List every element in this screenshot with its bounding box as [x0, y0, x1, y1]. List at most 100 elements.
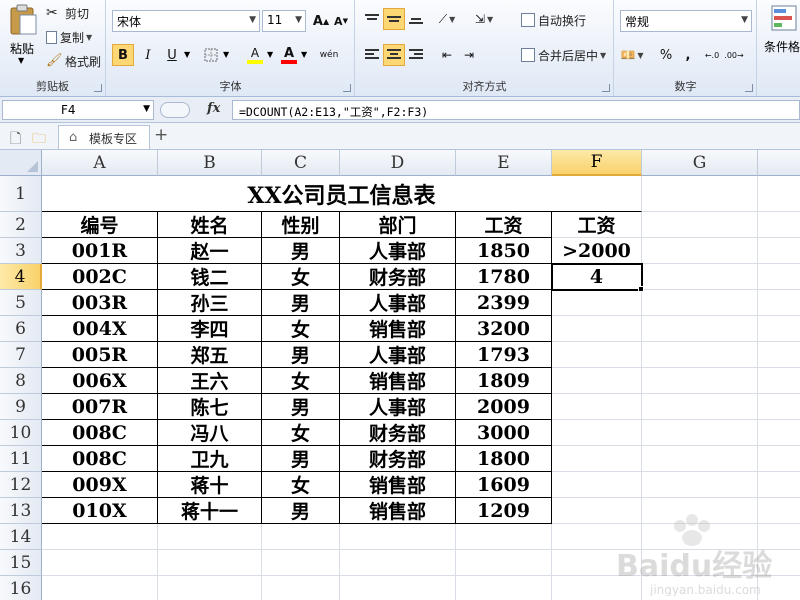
conditional-formatting-button[interactable]: 条件格	[762, 4, 800, 64]
cell-C7[interactable]: 男	[262, 342, 340, 368]
cell-B10[interactable]: 冯八	[158, 420, 262, 446]
row-header-2[interactable]: 2	[0, 212, 42, 238]
cell-B3[interactable]: 赵一	[158, 238, 262, 264]
cell-D10[interactable]: 财务部	[340, 420, 456, 446]
row-header-8[interactable]: 8	[0, 368, 42, 394]
cell-D6[interactable]: 销售部	[340, 316, 456, 342]
cell-B15[interactable]	[158, 550, 262, 576]
add-tab-button[interactable]: +	[154, 125, 168, 145]
dialog-launcher-icon[interactable]	[602, 84, 610, 92]
cell-E5[interactable]: 2399	[456, 290, 552, 316]
cell-D13[interactable]: 销售部	[340, 498, 456, 524]
dialog-launcher-icon[interactable]	[745, 84, 753, 92]
cell-F11[interactable]	[552, 446, 642, 472]
align-right-button[interactable]	[405, 44, 427, 66]
cell-E13[interactable]: 1209	[456, 498, 552, 524]
criteria-header-F2[interactable]: 工资	[552, 212, 642, 238]
cell-D12[interactable]: 销售部	[340, 472, 456, 498]
cell-A15[interactable]	[42, 550, 158, 576]
row-header-3[interactable]: 3	[0, 238, 42, 264]
cell-extra-2[interactable]	[758, 212, 800, 238]
row-header-10[interactable]: 10	[0, 420, 42, 446]
comma-button[interactable]: ,	[677, 44, 699, 66]
cut-button[interactable]: ✂ 剪切	[46, 3, 89, 23]
dialog-launcher-icon[interactable]	[94, 84, 102, 92]
text-direction-button[interactable]: ⇲ ▼	[473, 8, 495, 30]
underline-button[interactable]: U	[161, 44, 183, 66]
cell-C4[interactable]: 女	[262, 264, 340, 290]
cell-E14[interactable]	[456, 524, 552, 550]
cell-F12[interactable]	[552, 472, 642, 498]
cell-G7[interactable]	[642, 342, 758, 368]
paste-button[interactable]: 粘贴 ▼	[6, 4, 40, 66]
row-header-6[interactable]: 6	[0, 316, 42, 342]
result-cell-F4[interactable]: 4	[552, 264, 642, 290]
cell-E9[interactable]: 2009	[456, 394, 552, 420]
cell-G3[interactable]	[642, 238, 758, 264]
orientation-button[interactable]: ⟋ ▼	[436, 8, 458, 30]
cell-extra-8[interactable]	[758, 368, 800, 394]
align-top-button[interactable]	[361, 8, 383, 30]
cell-A11[interactable]: 008C	[42, 446, 158, 472]
column-header-C[interactable]: C	[262, 150, 340, 176]
format-painter-button[interactable]: 🖌 格式刷	[46, 51, 101, 71]
cell-B2[interactable]: 姓名	[158, 212, 262, 238]
cell-C5[interactable]: 男	[262, 290, 340, 316]
cell-B4[interactable]: 钱二	[158, 264, 262, 290]
cell-G8[interactable]	[642, 368, 758, 394]
cell-E3[interactable]: 1850	[456, 238, 552, 264]
cell-F5[interactable]	[552, 290, 642, 316]
cell-B8[interactable]: 王六	[158, 368, 262, 394]
cell-extra-9[interactable]	[758, 394, 800, 420]
row-header-5[interactable]: 5	[0, 290, 42, 316]
cell-D15[interactable]	[340, 550, 456, 576]
cell-extra-5[interactable]	[758, 290, 800, 316]
cell-C2[interactable]: 性别	[262, 212, 340, 238]
select-all-button[interactable]	[0, 150, 42, 176]
cell-A16[interactable]	[42, 576, 158, 600]
cell-A9[interactable]: 007R	[42, 394, 158, 420]
row-header-15[interactable]: 15	[0, 550, 42, 576]
font-size-select[interactable]: 11 ▼	[262, 10, 306, 32]
decrease-decimal-icon[interactable]: .00→	[723, 44, 745, 66]
cell-G1[interactable]	[642, 176, 758, 212]
name-box[interactable]: F4 ▼	[2, 100, 154, 120]
italic-button[interactable]: I	[137, 44, 159, 66]
cell-extra-4[interactable]	[758, 264, 800, 290]
formula-bar-splitter[interactable]	[160, 102, 190, 118]
folder-icon[interactable]: 🗀	[32, 128, 46, 152]
borders-button[interactable]	[200, 44, 222, 66]
cell-A12[interactable]: 009X	[42, 472, 158, 498]
shrink-font-icon[interactable]: A ▼	[330, 10, 352, 32]
cell-A4[interactable]: 002C	[42, 264, 158, 290]
formula-input[interactable]: =DCOUNT(A2:E13,"工资",F2:F3)	[232, 100, 800, 120]
cell-F7[interactable]	[552, 342, 642, 368]
row-header-4[interactable]: 4	[0, 264, 42, 290]
column-header-A[interactable]: A	[42, 150, 158, 176]
cell-D16[interactable]	[340, 576, 456, 600]
increase-indent-button[interactable]: ⇥	[458, 44, 480, 66]
phonetic-button[interactable]: wén	[318, 44, 340, 66]
cell-A5[interactable]: 003R	[42, 290, 158, 316]
cell-D14[interactable]	[340, 524, 456, 550]
column-header-extra[interactable]	[758, 150, 800, 176]
cell-extra-3[interactable]	[758, 238, 800, 264]
cell-E11[interactable]: 1800	[456, 446, 552, 472]
cell-C8[interactable]: 女	[262, 368, 340, 394]
cell-C14[interactable]	[262, 524, 340, 550]
column-header-G[interactable]: G	[642, 150, 758, 176]
cell-G4[interactable]	[642, 264, 758, 290]
cell-C15[interactable]	[262, 550, 340, 576]
cell-B9[interactable]: 陈七	[158, 394, 262, 420]
column-header-D[interactable]: D	[340, 150, 456, 176]
column-header-F[interactable]: F	[552, 150, 642, 176]
tab-template-zone[interactable]: ⌂ 模板专区	[58, 125, 150, 149]
align-bottom-button[interactable]	[405, 8, 427, 30]
cell-E4[interactable]: 1780	[456, 264, 552, 290]
insert-function-icon[interactable]: fx	[207, 101, 220, 116]
cell-D4[interactable]: 财务部	[340, 264, 456, 290]
cell-B16[interactable]	[158, 576, 262, 600]
cell-F6[interactable]	[552, 316, 642, 342]
cell-G11[interactable]	[642, 446, 758, 472]
cell-D11[interactable]: 财务部	[340, 446, 456, 472]
